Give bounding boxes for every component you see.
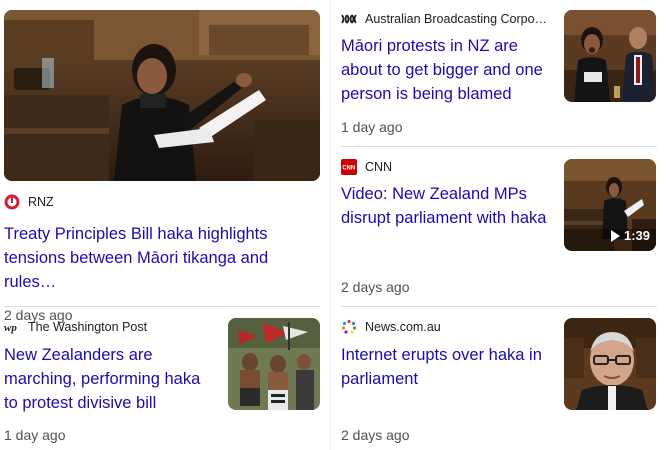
article-image[interactable] <box>4 10 320 181</box>
headline-link[interactable]: Video: New Zealand MPs disrupt parliamen… <box>341 182 553 230</box>
article-thumbnail[interactable] <box>564 318 656 410</box>
svg-text:wp: wp <box>4 322 17 334</box>
column-divider <box>330 0 331 450</box>
news-card-cnn[interactable]: CNN CNN Video: New Zealand MPs disrupt p… <box>341 158 657 298</box>
svg-text:CNN: CNN <box>342 166 355 172</box>
source-row: wp The Washington Post <box>4 319 214 335</box>
source-name: RNZ <box>28 195 54 209</box>
published-time: 1 day ago <box>341 119 403 135</box>
cnn-logo-icon: CNN <box>341 159 357 175</box>
source-row: RNZ <box>4 194 322 210</box>
headline-link[interactable]: Treaty Principles Bill haka highlights t… <box>4 222 320 294</box>
divider <box>4 306 320 307</box>
duration-label: 1:39 <box>623 228 650 243</box>
wp-logo-icon: wp <box>4 319 20 335</box>
divider <box>341 306 657 307</box>
abc-logo-icon <box>341 11 357 27</box>
play-icon <box>610 229 620 242</box>
source-name: CNN <box>365 160 393 174</box>
divider <box>341 146 657 147</box>
newscomau-logo-icon <box>341 319 357 335</box>
article-thumbnail[interactable] <box>228 318 320 410</box>
source-row: CNN CNN <box>341 159 549 175</box>
headline-link[interactable]: Māori protests in NZ are about to get bi… <box>341 34 551 106</box>
video-duration: 1:39 <box>610 228 650 243</box>
rnz-logo-icon <box>4 194 20 210</box>
source-name: News.com.au <box>365 320 441 334</box>
published-time: 2 days ago <box>341 427 410 443</box>
source-name: The Washington Post <box>28 320 148 334</box>
news-card-newscomau[interactable]: News.com.au Internet erupts over haka in… <box>341 318 657 448</box>
article-thumbnail[interactable] <box>564 10 656 102</box>
headline-link[interactable]: New Zealanders are marching, performing … <box>4 343 216 415</box>
news-card-abc[interactable]: Australian Broadcasting Corpor… Māori pr… <box>341 10 657 138</box>
source-name: Australian Broadcasting Corpor… <box>365 12 549 26</box>
source-row: Australian Broadcasting Corpor… <box>341 11 549 27</box>
source-row: News.com.au <box>341 319 549 335</box>
published-time: 2 days ago <box>341 279 410 295</box>
video-thumbnail[interactable]: 1:39 <box>564 159 656 251</box>
published-time: 1 day ago <box>4 427 66 443</box>
headline-link[interactable]: Internet erupts over haka in parliament <box>341 343 553 391</box>
news-card-washington-post[interactable]: wp The Washington Post New Zealanders ar… <box>4 318 322 448</box>
